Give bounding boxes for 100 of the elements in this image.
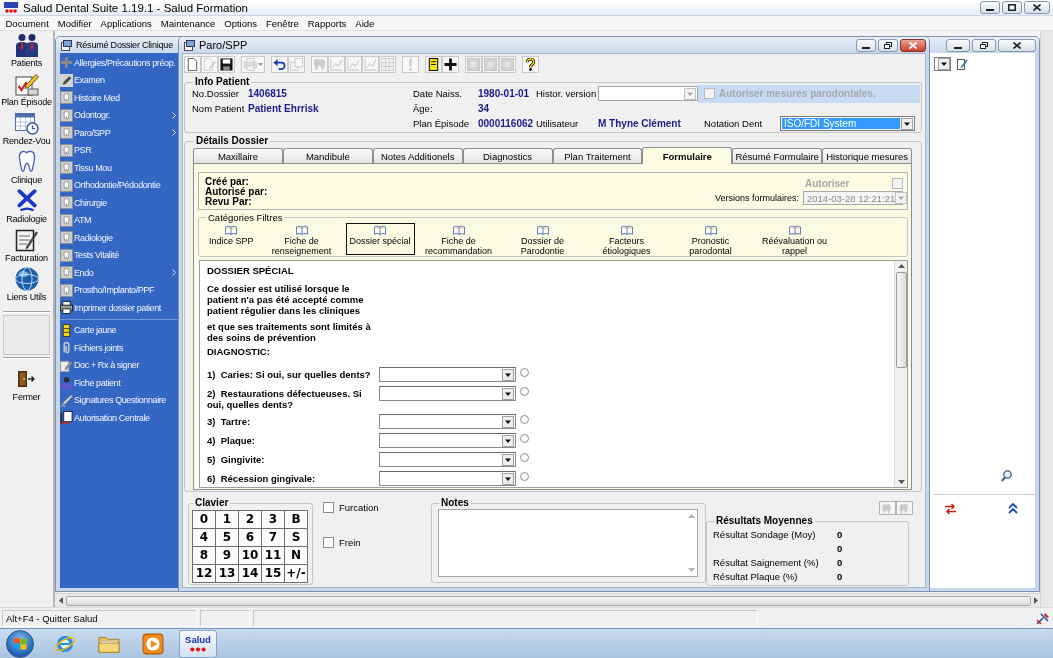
category-button[interactable]: Réévaluation ou rappel — [754, 223, 835, 255]
radio-button[interactable] — [520, 368, 529, 377]
toolbar-button[interactable]: Plan Épisode — [0, 72, 53, 111]
key[interactable]: S — [285, 529, 307, 546]
menu-item[interactable]: PSR — [60, 141, 178, 159]
minimize-button[interactable] — [856, 38, 876, 52]
category-button[interactable]: Fiche de recommandation — [418, 223, 499, 255]
tab[interactable]: Résumé Formulaire — [732, 148, 823, 163]
dropdown-field[interactable] — [379, 433, 516, 448]
taskbar-button[interactable]: Salud — [179, 629, 217, 658]
key[interactable]: B — [285, 511, 307, 528]
dropdown-field[interactable] — [379, 471, 516, 486]
dropdown-field[interactable] — [598, 86, 698, 101]
vertical-scrollbar[interactable] — [1040, 31, 1053, 607]
key[interactable]: 5 — [216, 529, 238, 546]
menu-item[interactable]: Odontogr. — [60, 106, 178, 124]
scrollbar-thumb[interactable] — [895, 272, 907, 368]
radio-button[interactable] — [520, 453, 529, 462]
key[interactable]: 2 — [239, 511, 261, 528]
toolbar-button[interactable]: Facturation — [0, 228, 53, 267]
key[interactable]: 7 — [262, 529, 284, 546]
menu-item[interactable]: Prostho/Implanto/PPF — [60, 281, 178, 299]
checkbox[interactable] — [323, 501, 334, 513]
tab[interactable]: Mandibule — [282, 148, 373, 163]
tab[interactable]: Formulaire — [642, 147, 733, 164]
toolbar-button[interactable]: Liens Utils — [0, 267, 53, 306]
notes-field[interactable] — [438, 509, 698, 577]
radio-button[interactable] — [520, 434, 529, 443]
toolbar-button[interactable]: Radiologie — [0, 189, 53, 228]
key[interactable]: 12 — [193, 565, 215, 582]
category-button[interactable]: Pronostic parodontal — [670, 223, 751, 255]
menu-item[interactable]: Orthodontie/Pédodontie — [60, 176, 178, 194]
toolbar-button[interactable]: Patients — [0, 33, 53, 72]
dropdown-field[interactable] — [379, 414, 516, 429]
close-button[interactable] — [1024, 1, 1050, 14]
menu-item[interactable]: Document — [1, 16, 54, 30]
menu-item[interactable]: Radiologie — [60, 229, 178, 247]
key[interactable]: 10 — [239, 547, 261, 564]
key[interactable]: 15 — [262, 565, 284, 582]
toolbar-button[interactable] — [522, 56, 539, 73]
menu-item[interactable]: Carte jaune — [60, 321, 178, 339]
dropdown-field[interactable] — [934, 57, 951, 71]
key[interactable]: 6 — [239, 529, 261, 546]
vertical-scrollbar[interactable] — [894, 261, 907, 487]
tab[interactable]: Notes Additionels — [372, 148, 463, 163]
menu-item[interactable]: Fichiers joints — [60, 339, 178, 357]
menu-item[interactable]: Paro/SPP — [60, 124, 178, 142]
menu-item[interactable]: Rapports — [303, 16, 351, 30]
menu-item[interactable]: ATM — [60, 211, 178, 229]
maximize-button[interactable] — [878, 38, 898, 52]
category-button[interactable]: Indice SPP — [205, 223, 258, 255]
toolbar-button[interactable]: Clinique — [0, 150, 53, 189]
menu-item[interactable]: Applications — [96, 16, 157, 30]
menu-item[interactable]: Chirurgie — [60, 194, 178, 212]
menu-item[interactable]: Histoire Med — [60, 89, 178, 107]
dropdown-field[interactable] — [379, 452, 516, 467]
key[interactable]: 8 — [193, 547, 215, 564]
checkbox[interactable] — [323, 536, 334, 548]
minimize-button[interactable] — [980, 1, 1000, 14]
toolbar-button[interactable]: Fermer — [0, 369, 53, 408]
tab[interactable]: Maxillaire — [193, 148, 283, 163]
toolbar-button[interactable] — [442, 56, 459, 73]
menu-item[interactable]: Options — [219, 16, 262, 30]
toolbar-button[interactable]: Rendez-Vou — [0, 111, 53, 150]
key[interactable]: 9 — [216, 547, 238, 564]
key[interactable]: +/- — [285, 565, 307, 582]
menu-item[interactable]: Modifier — [53, 16, 97, 30]
category-button[interactable]: Dossier spécial — [345, 223, 415, 255]
key[interactable]: 13 — [216, 565, 238, 582]
start-button[interactable] — [6, 629, 34, 658]
toolbar-button[interactable] — [425, 56, 442, 73]
dropdown-field[interactable] — [379, 367, 516, 382]
horizontal-scrollbar[interactable] — [55, 593, 1040, 607]
menu-item[interactable]: Imprimer dossier patient — [60, 299, 178, 317]
menu-item[interactable]: Doc + Rx à signer — [60, 356, 178, 374]
menu-item[interactable]: Signatures Questionnaire — [60, 391, 178, 409]
minimize-button[interactable] — [946, 38, 970, 52]
radio-button[interactable] — [520, 472, 529, 481]
category-button[interactable]: Fiche de renseignement — [261, 223, 342, 255]
menu-item[interactable]: Fenêtre — [261, 16, 304, 30]
key[interactable]: 1 — [216, 511, 238, 528]
close-button[interactable] — [998, 38, 1036, 52]
key[interactable]: 3 — [262, 511, 284, 528]
menu-item[interactable]: Endo — [60, 264, 178, 282]
key[interactable]: N — [285, 547, 307, 564]
key[interactable]: 4 — [193, 529, 215, 546]
menu-item[interactable]: Tests Vitalité — [60, 246, 178, 264]
dropdown-field[interactable] — [379, 386, 516, 401]
menu-item[interactable]: Autorisation Centrale — [60, 409, 178, 427]
category-button[interactable]: Facteurs étiologiques — [586, 223, 667, 255]
toolbar-button[interactable] — [271, 56, 288, 73]
menu-item[interactable]: Maintenance — [156, 16, 220, 30]
radio-button[interactable] — [520, 415, 529, 424]
category-button[interactable]: Dossier de Parodontie — [502, 223, 583, 255]
tab[interactable]: Historique mesures — [822, 148, 912, 163]
radio-button[interactable] — [520, 387, 529, 396]
close-button[interactable] — [900, 38, 926, 52]
menu-item[interactable]: Allergies/Précautions préop. — [60, 54, 178, 72]
maximize-button[interactable] — [972, 38, 996, 52]
maximize-button[interactable] — [1002, 1, 1022, 14]
